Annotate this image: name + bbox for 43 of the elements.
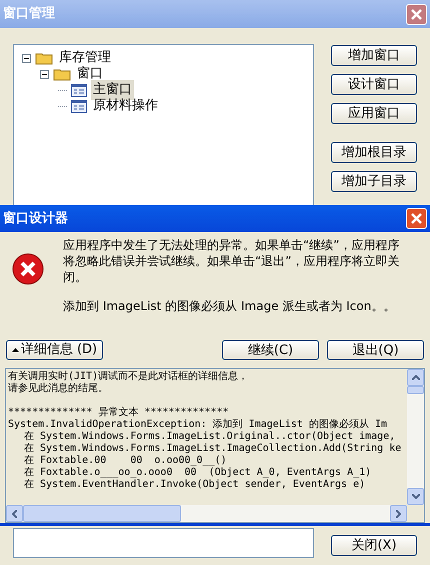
arrow-up-icon <box>412 375 420 380</box>
dialog-button[interactable]: 继续(C) <box>222 340 319 360</box>
stack-trace-line: 在 System.EventHandler.Invoke(Object sender, EventArgs e) <box>24 479 366 490</box>
collapse-icon[interactable] <box>22 54 31 62</box>
details-line: System.InvalidOperationException: 添加到 ImageList 的图像必须从 Im <box>8 419 387 430</box>
scrollbar-thumb[interactable] <box>407 386 424 394</box>
scrollbar-thumb[interactable] <box>23 505 181 522</box>
window-title: 窗口设计器 <box>3 210 68 228</box>
details-button[interactable]: 详细信息 (D) <box>6 340 103 360</box>
folder-icon <box>35 51 53 65</box>
close-icon <box>411 213 422 224</box>
action-button[interactable]: 增加子目录 <box>331 171 417 192</box>
stack-trace-line: 在 Foxtable.00 00 o.oo00_0__() <box>24 455 227 466</box>
horizontal-scrollbar[interactable] <box>6 505 407 522</box>
error-icon <box>12 253 44 285</box>
dialog-button[interactable]: 退出(Q) <box>327 340 424 360</box>
close-button[interactable] <box>406 208 427 229</box>
form-icon <box>71 100 87 112</box>
form-icon <box>71 84 87 96</box>
close-button[interactable]: 关闭(X) <box>331 535 417 556</box>
text-area[interactable] <box>13 528 314 558</box>
action-button[interactable]: 增加根目录 <box>331 142 417 163</box>
caret-up-icon <box>12 348 19 352</box>
arrow-left-icon <box>12 510 17 518</box>
arrow-down-icon <box>412 494 420 499</box>
folder-icon <box>53 67 71 81</box>
window-title: 窗口管理 <box>3 4 55 24</box>
vertical-scrollbar[interactable] <box>407 369 424 505</box>
details-line: ************** 异常文本 ************** <box>8 407 229 418</box>
error-message: 应用程序中发生了无法处理的异常。如果单击“继续”，应用程序将忽略此错误并尝试继续。如果单击“退出”，应用程序将立即关闭。 <box>63 237 400 285</box>
stack-trace-line: 在 System.Windows.Forms.ImageList.ImageCollection.Add(String ke <box>24 443 402 454</box>
collapse-icon[interactable] <box>40 70 49 78</box>
details-line: 请参见此消息的结尾。 <box>8 383 108 394</box>
close-icon <box>411 8 422 20</box>
action-button[interactable]: 增加窗口 <box>331 45 417 66</box>
close-button[interactable] <box>406 4 427 24</box>
arrow-right-icon <box>396 510 401 518</box>
stack-trace-line: 在 System.Windows.Forms.ImageList.Original..ctor(Object image, <box>24 431 396 442</box>
stack-trace-line: 在 Foxtable.o___oo_o.ooo0 00 (Object A_0, EventArgs A_1) <box>24 467 372 478</box>
action-button[interactable]: 设计窗口 <box>331 74 417 95</box>
error-detail: 添加到 ImageList 的图像必须从 Image 派生或者为 Icon。。 <box>63 298 396 314</box>
action-button[interactable]: 应用窗口 <box>331 103 417 124</box>
details-line: 有关调用实时(JIT)调试而不是此对话框的详细信息， <box>8 371 248 382</box>
